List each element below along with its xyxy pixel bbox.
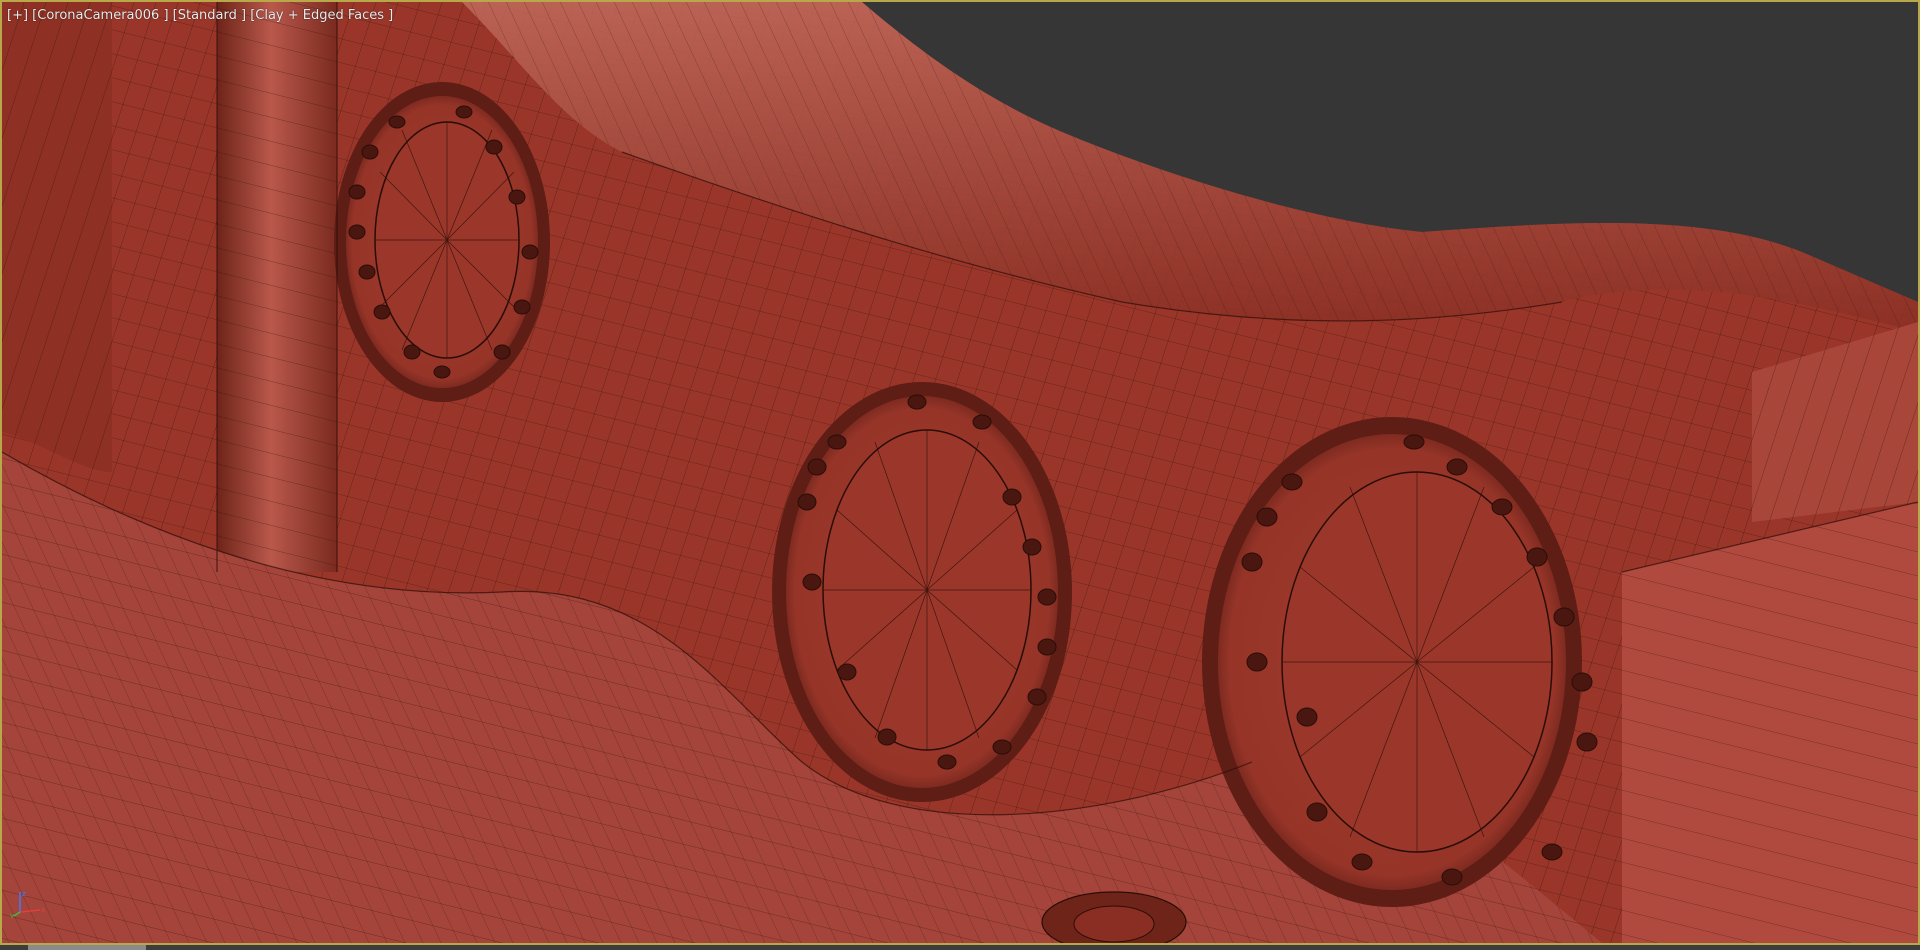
clay-model-render[interactable] <box>2 2 1918 943</box>
bolt-flange-upper <box>334 82 550 402</box>
perspective-viewport[interactable]: [+] [CoronaCamera006 ] [Standard ] [Clay… <box>0 0 1920 945</box>
viewport-label-menu[interactable]: [+] [CoronaCamera006 ] [Standard ] [Clay… <box>7 8 393 23</box>
axis-tripod-icon: z x y <box>10 890 45 918</box>
status-strip <box>0 945 1920 950</box>
axis-z-label: z <box>22 890 26 898</box>
axis-y-label: y <box>10 912 14 918</box>
timeline-scroll-handle[interactable] <box>28 945 146 950</box>
bolt-flange-center <box>772 382 1072 802</box>
axis-x-label: x <box>41 906 45 914</box>
